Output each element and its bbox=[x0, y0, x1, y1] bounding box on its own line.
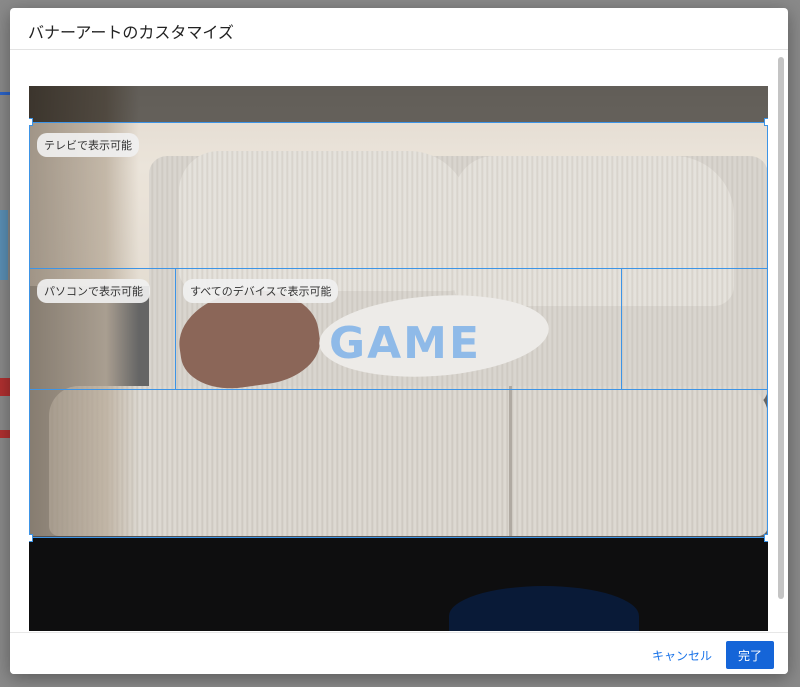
all-devices-area-label: すべてのデバイスで表示可能 bbox=[183, 279, 339, 303]
background-image-fragment bbox=[0, 210, 8, 280]
cancel-button[interactable]: キャンセル bbox=[650, 643, 714, 667]
crop-dim-top bbox=[29, 86, 768, 122]
background-red-bar bbox=[0, 430, 10, 438]
banner-art-dialog: バナーアートのカスタマイズ GAME テレビで表示可能 パソコンで表示可能 すべ… bbox=[10, 8, 788, 674]
background-red-bar bbox=[0, 378, 10, 396]
crop-handle-bottom-right[interactable] bbox=[764, 534, 768, 542]
crop-handle-top-right[interactable] bbox=[764, 118, 768, 126]
background-tab-indicator bbox=[0, 92, 10, 95]
crop-dim-bottom bbox=[29, 538, 768, 631]
crop-handle-top-left[interactable] bbox=[29, 118, 33, 126]
done-button[interactable]: 完了 bbox=[726, 641, 774, 669]
scrollbar-thumb[interactable] bbox=[778, 57, 784, 599]
dialog-footer: キャンセル 完了 bbox=[10, 632, 788, 674]
dialog-scrollbar[interactable] bbox=[777, 54, 785, 602]
dialog-header: バナーアートのカスタマイズ bbox=[10, 8, 788, 50]
tv-area-label: テレビで表示可能 bbox=[37, 133, 139, 157]
crop-handle-bottom-left[interactable] bbox=[29, 534, 33, 542]
dialog-title: バナーアートのカスタマイズ bbox=[28, 23, 234, 42]
banner-image-editor[interactable]: GAME テレビで表示可能 パソコンで表示可能 すべてのデバイスで表示可能 bbox=[29, 86, 768, 631]
pc-area-label: パソコンで表示可能 bbox=[37, 279, 150, 303]
dialog-body: GAME テレビで表示可能 パソコンで表示可能 すべてのデバイスで表示可能 bbox=[10, 51, 788, 631]
